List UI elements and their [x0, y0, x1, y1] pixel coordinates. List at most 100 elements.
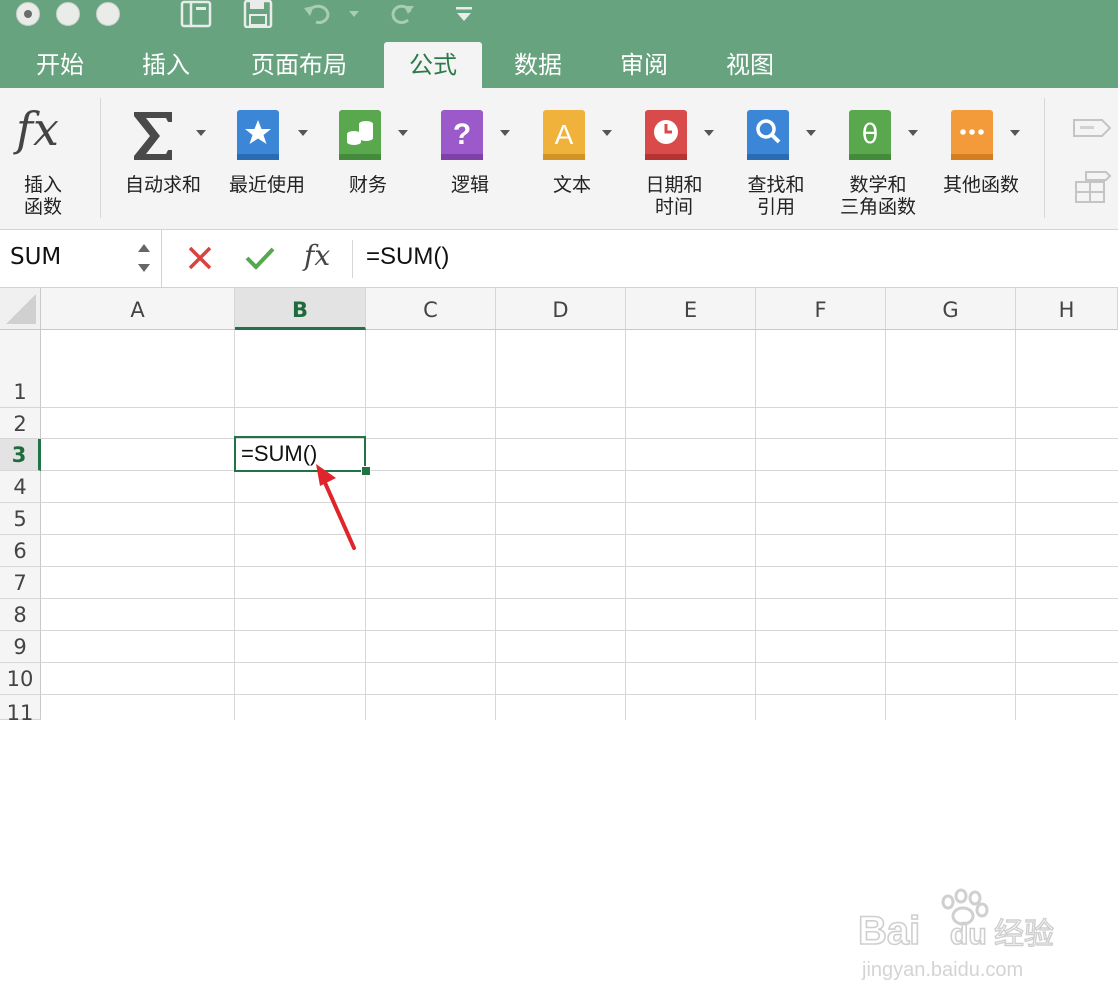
insert-function-button[interactable]: fx 插入 函数 [10, 88, 80, 230]
tab-view[interactable]: 视图 [710, 42, 790, 88]
column-header-f[interactable]: F [756, 288, 886, 330]
coins-book-icon [338, 108, 382, 160]
autosum-dropdown-icon[interactable] [196, 130, 206, 136]
red-arrow-annotation [316, 464, 356, 550]
grid-line [41, 694, 1118, 695]
text-label: 文本 [552, 174, 591, 196]
row-header-5[interactable]: 5 [0, 503, 41, 535]
row-header-10[interactable]: 10 [0, 663, 41, 695]
name-box-value: SUM [10, 244, 62, 270]
grid-line [41, 566, 1118, 567]
sigma-icon [130, 108, 174, 160]
lookup-dropdown-icon[interactable] [806, 130, 816, 136]
tab-home[interactable]: 开始 [20, 42, 100, 88]
tab-review[interactable]: 审阅 [604, 42, 684, 88]
column-header-g[interactable]: G [886, 288, 1016, 330]
grid-line [41, 407, 1118, 408]
svg-text:Bai: Bai [858, 909, 920, 953]
grid-line [41, 630, 1118, 631]
insert-function-fx-button[interactable]: fx [304, 239, 330, 272]
recent-dropdown-icon[interactable] [298, 130, 308, 136]
column-header-h[interactable]: H [1016, 288, 1118, 330]
cancel-icon[interactable] [186, 244, 214, 276]
name-box[interactable]: SUM [0, 230, 162, 287]
logical-button[interactable]: ? 逻辑 [428, 88, 518, 230]
financial-button[interactable]: 财务 [326, 88, 416, 230]
save-icon[interactable] [243, 0, 273, 28]
tab-page-layout[interactable]: 页面布局 [232, 42, 366, 88]
finance-dropdown-icon[interactable] [398, 130, 408, 136]
column-header-d[interactable]: D [496, 288, 626, 330]
ribbon-divider [100, 98, 101, 218]
notebook-icon[interactable] [180, 0, 212, 28]
tab-formulas[interactable]: 公式 [384, 42, 482, 88]
grid-line [41, 598, 1118, 599]
redo-icon[interactable] [388, 0, 416, 28]
row-header-7[interactable]: 7 [0, 567, 41, 599]
autosum-label: 自动求和 [124, 174, 201, 196]
row-header-9[interactable]: 9 [0, 631, 41, 663]
tab-insert[interactable]: 插入 [126, 42, 206, 88]
recently-used-button[interactable]: 最近使用 [222, 88, 318, 230]
define-name-icon[interactable] [1072, 116, 1112, 144]
date-time-label: 日期和 时间 [645, 174, 703, 218]
text-dropdown-icon[interactable] [602, 130, 612, 136]
name-box-stepper-icon[interactable] [136, 240, 152, 280]
worksheet-grid[interactable]: A B C D E F G H 1 2 3 4 5 6 7 8 9 10 11 … [0, 288, 1118, 981]
logic-dropdown-icon[interactable] [500, 130, 510, 136]
formula-divider [352, 240, 353, 278]
math-trig-button[interactable]: θ 数学和 三角函数 [836, 88, 926, 230]
date-time-button[interactable]: 日期和 时间 [632, 88, 722, 230]
row-header-6[interactable]: 6 [0, 535, 41, 567]
financial-label: 财务 [348, 174, 387, 196]
row-header-2[interactable]: 2 [0, 408, 41, 439]
more-functions-label: 其他函数 [942, 174, 1019, 196]
undo-dropdown-icon[interactable] [348, 0, 360, 28]
column-header-c[interactable]: C [366, 288, 496, 330]
grid-line [41, 534, 1118, 535]
clock-book-icon [644, 108, 688, 160]
text-button[interactable]: A 文本 [530, 88, 620, 230]
grid-line [41, 438, 1118, 439]
row-header-11[interactable]: 11 [0, 695, 41, 725]
question-book-icon: ? [440, 108, 484, 160]
lookup-reference-button[interactable]: 查找和 引用 [734, 88, 824, 230]
name-manager-icon[interactable] [1072, 170, 1112, 210]
row-header-1[interactable]: 1 [0, 330, 41, 408]
row-header-4[interactable]: 4 [0, 471, 41, 503]
formula-bar: SUM fx =SUM() [0, 230, 1118, 288]
math-dropdown-icon[interactable] [908, 130, 918, 136]
title-bar [0, 0, 1118, 42]
column-header-e[interactable]: E [626, 288, 756, 330]
row-header-3[interactable]: 3 [0, 439, 41, 471]
select-all-corner[interactable] [0, 288, 41, 330]
autosum-button[interactable]: 自动求和 [118, 88, 214, 230]
grid-line [41, 502, 1118, 503]
row-header-8[interactable]: 8 [0, 599, 41, 631]
zoom-window-button[interactable] [96, 2, 120, 26]
math-trig-label: 数学和 三角函数 [839, 174, 916, 218]
ribbon-divider [1044, 98, 1045, 218]
minimize-window-button[interactable] [56, 2, 80, 26]
column-header-b[interactable]: B [235, 288, 366, 330]
close-window-button[interactable] [16, 2, 40, 26]
svg-text:θ: θ [862, 119, 879, 150]
datetime-dropdown-icon[interactable] [704, 130, 714, 136]
logical-label: 逻辑 [450, 174, 489, 196]
recently-used-label: 最近使用 [228, 174, 305, 196]
other-dropdown-icon[interactable] [1010, 130, 1020, 136]
column-header-a[interactable]: A [41, 288, 235, 330]
svg-text:jingyan.baidu.com: jingyan.baidu.com [861, 959, 1023, 981]
more-book-icon [950, 108, 994, 160]
tab-data[interactable]: 数据 [498, 42, 578, 88]
baidu-jingyan-watermark: Bai du 经验 jingyan.baidu.com [858, 888, 1055, 981]
more-functions-button[interactable]: 其他函数 [938, 88, 1030, 230]
letter-a-book-icon: A [542, 108, 586, 160]
enter-check-icon[interactable] [244, 244, 276, 276]
magnifier-book-icon [746, 108, 790, 160]
undo-icon[interactable] [302, 0, 334, 28]
theta-book-icon: θ [848, 108, 892, 160]
ribbon: fx 插入 函数 自动求和 最近使用 财务 ? 逻辑 A 文本 日期和 时间 查… [0, 88, 1118, 230]
formula-input[interactable]: =SUM() [366, 243, 449, 271]
customize-icon[interactable] [454, 0, 474, 28]
